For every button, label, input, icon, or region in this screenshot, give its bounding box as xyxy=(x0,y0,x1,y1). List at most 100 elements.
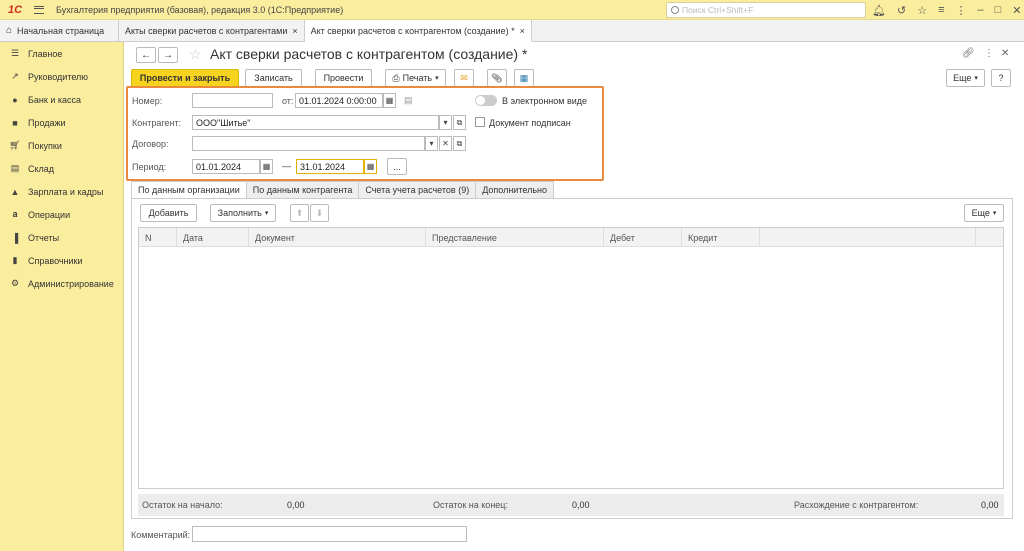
back-button[interactable]: ← xyxy=(136,47,156,63)
post-and-close-button[interactable]: Провести и закрыть xyxy=(131,69,239,87)
calendar-icon[interactable]: ▦ xyxy=(364,159,377,174)
calendar-icon[interactable]: ▦ xyxy=(383,93,396,108)
document-signed-label: Документ подписан xyxy=(489,118,571,128)
sidebar-item-bank[interactable]: ● Банк и касса xyxy=(0,88,123,111)
restore-icon[interactable]: □ xyxy=(995,4,1002,16)
tab-accounts[interactable]: Счета учета расчетов (9) xyxy=(359,181,477,199)
open-button[interactable]: ⧉ xyxy=(453,115,466,130)
dropdown-button[interactable]: ▾ xyxy=(425,136,438,151)
home-icon: ⌂ xyxy=(6,25,13,36)
search-input[interactable]: Поиск Ctrl+Shift+F xyxy=(666,2,866,18)
column-header-document[interactable]: Документ xyxy=(249,228,426,247)
bell-icon[interactable]: 🔔︎ xyxy=(872,4,886,17)
bar-chart-icon: ▐ xyxy=(11,232,19,243)
sidebar-item-salary[interactable]: ▲ Зарплата и кадры xyxy=(0,180,123,203)
person-icon: ▲ xyxy=(10,186,20,197)
search-icon xyxy=(671,6,679,14)
sidebar-item-admin[interactable]: ⚙ Администрирование xyxy=(0,272,123,295)
link-icon[interactable]: 🔗︎ xyxy=(962,48,975,59)
open-icon: ⧉ xyxy=(456,138,463,148)
period-to-field[interactable]: 31.01.2024 xyxy=(296,159,364,174)
table-more-button[interactable]: Еще ▾ xyxy=(964,204,1004,222)
tab-close-icon[interactable]: × xyxy=(520,26,525,36)
sidebar-item-reports[interactable]: ▐ Отчеты xyxy=(0,226,123,249)
bag-icon: ■ xyxy=(12,117,18,128)
date-history-icon[interactable]: ▤ xyxy=(404,95,413,106)
attach-button[interactable]: 📎︎ xyxy=(487,69,507,87)
sidebar-item-label: Администрирование xyxy=(28,278,114,289)
column-header-credit[interactable]: Кредит xyxy=(682,228,760,247)
chevron-down-icon: ▾ xyxy=(974,75,978,82)
favorites-star-icon[interactable]: ☆ xyxy=(917,4,927,17)
email-button[interactable]: ✉ xyxy=(454,69,474,87)
period-from-field[interactable]: 01.01.2024 xyxy=(192,159,260,174)
close-icon[interactable]: ✕ xyxy=(1012,4,1021,17)
sidebar-item-label: Операции xyxy=(28,209,71,220)
forward-button[interactable]: → xyxy=(158,47,178,63)
app-title: Бухгалтерия предприятия (базовая), редак… xyxy=(56,4,344,15)
number-label: Номер: xyxy=(132,96,163,106)
post-button[interactable]: Провести xyxy=(315,69,372,87)
gear-icon: ⚙ xyxy=(10,278,20,288)
tab-close-icon[interactable]: × xyxy=(292,26,297,36)
structure-button[interactable]: ▦ xyxy=(514,69,534,87)
sidebar-item-label: Отчеты xyxy=(28,232,60,243)
electronic-toggle[interactable] xyxy=(475,95,497,106)
add-button[interactable]: Добавить xyxy=(140,204,197,222)
period-select-button[interactable]: ... xyxy=(387,158,407,175)
number-field[interactable] xyxy=(192,93,273,108)
table-header: N Дата Документ Представление Дебет Кред… xyxy=(139,228,1003,247)
save-button[interactable]: Записать xyxy=(245,69,302,87)
sidebar-item-warehouse[interactable]: ▤ Склад xyxy=(0,157,123,180)
tab-organization-data[interactable]: По данным организации xyxy=(131,181,247,199)
favorite-star-icon[interactable]: ☆ xyxy=(189,46,202,63)
move-up-button[interactable]: ⬆︎ xyxy=(290,204,309,222)
sidebar-item-label: Главное xyxy=(28,48,63,59)
book-icon: ▮ xyxy=(12,255,18,265)
more-button[interactable]: Еще ▾ xyxy=(946,69,985,87)
fill-button[interactable]: Заполнить ▾ xyxy=(210,204,276,222)
end-balance-value: 0,00 xyxy=(572,500,590,510)
tab-reconciliation-list[interactable]: Акты сверки расчетов с контрагентами × xyxy=(119,20,305,41)
form-close-icon[interactable]: ✕ xyxy=(1001,48,1009,59)
column-header-representation[interactable]: Представление xyxy=(426,228,604,247)
comment-label: Комментарий: xyxy=(131,530,191,540)
chevron-down-icon: ▾ xyxy=(992,210,997,217)
sidebar-item-catalogs[interactable]: ▮ Справочники xyxy=(0,249,123,272)
tab-reconciliation-create[interactable]: Акт сверки расчетов с контрагентом (созд… xyxy=(304,20,532,42)
menu-icon: ☰ xyxy=(10,48,20,58)
sidebar-item-manager[interactable]: ↗ Руководителю xyxy=(0,65,123,88)
clear-button[interactable]: ✕ xyxy=(439,136,452,151)
minimize-icon[interactable]: – xyxy=(977,4,983,16)
date-field[interactable]: 01.01.2024 0:00:00 xyxy=(295,93,383,108)
title-bar: 1С Бухгалтерия предприятия (базовая), ре… xyxy=(0,0,1024,20)
comment-field[interactable] xyxy=(192,526,467,542)
help-button[interactable]: ? xyxy=(991,69,1011,87)
document-signed-checkbox[interactable] xyxy=(475,117,485,127)
counterparty-field[interactable]: ООО"Шитье" xyxy=(192,115,439,130)
print-button[interactable]: ⎙ Печать ▾ xyxy=(385,69,446,87)
sidebar-item-purchases[interactable]: 🛒︎ Покупки xyxy=(0,134,123,157)
more-vertical-icon[interactable]: ⋮ xyxy=(955,4,966,17)
settings-lines-icon[interactable]: ≡ xyxy=(938,4,944,16)
tab-counterparty-data[interactable]: По данным контрагента xyxy=(246,181,360,199)
main-menu-icon[interactable] xyxy=(34,5,44,14)
dropdown-button[interactable]: ▾ xyxy=(439,115,452,130)
sidebar-item-main[interactable]: ☰ Главное xyxy=(0,42,123,65)
open-button[interactable]: ⧉ xyxy=(453,136,466,151)
calendar-icon[interactable]: ▦ xyxy=(260,159,273,174)
sidebar-item-operations[interactable]: 𝐚 Операции xyxy=(0,203,123,226)
sidebar-item-sales[interactable]: ■ Продажи xyxy=(0,111,123,134)
sidebar-item-label: Зарплата и кадры xyxy=(28,186,104,197)
tab-home[interactable]: ⌂ Начальная страница xyxy=(0,20,119,41)
period-label: Период: xyxy=(132,162,167,172)
tab-additional[interactable]: Дополнительно xyxy=(476,181,554,199)
column-header-date[interactable]: Дата xyxy=(177,228,249,247)
more-vertical-icon[interactable]: ⋮ xyxy=(984,48,994,59)
column-header-n[interactable]: N xyxy=(139,228,177,247)
move-down-button[interactable]: ⬇︎ xyxy=(310,204,329,222)
history-icon[interactable]: ↺ xyxy=(897,4,906,17)
contract-field[interactable] xyxy=(192,136,425,151)
column-header-debit[interactable]: Дебет xyxy=(604,228,682,247)
arrow-down-icon: ⬇︎ xyxy=(315,207,324,218)
